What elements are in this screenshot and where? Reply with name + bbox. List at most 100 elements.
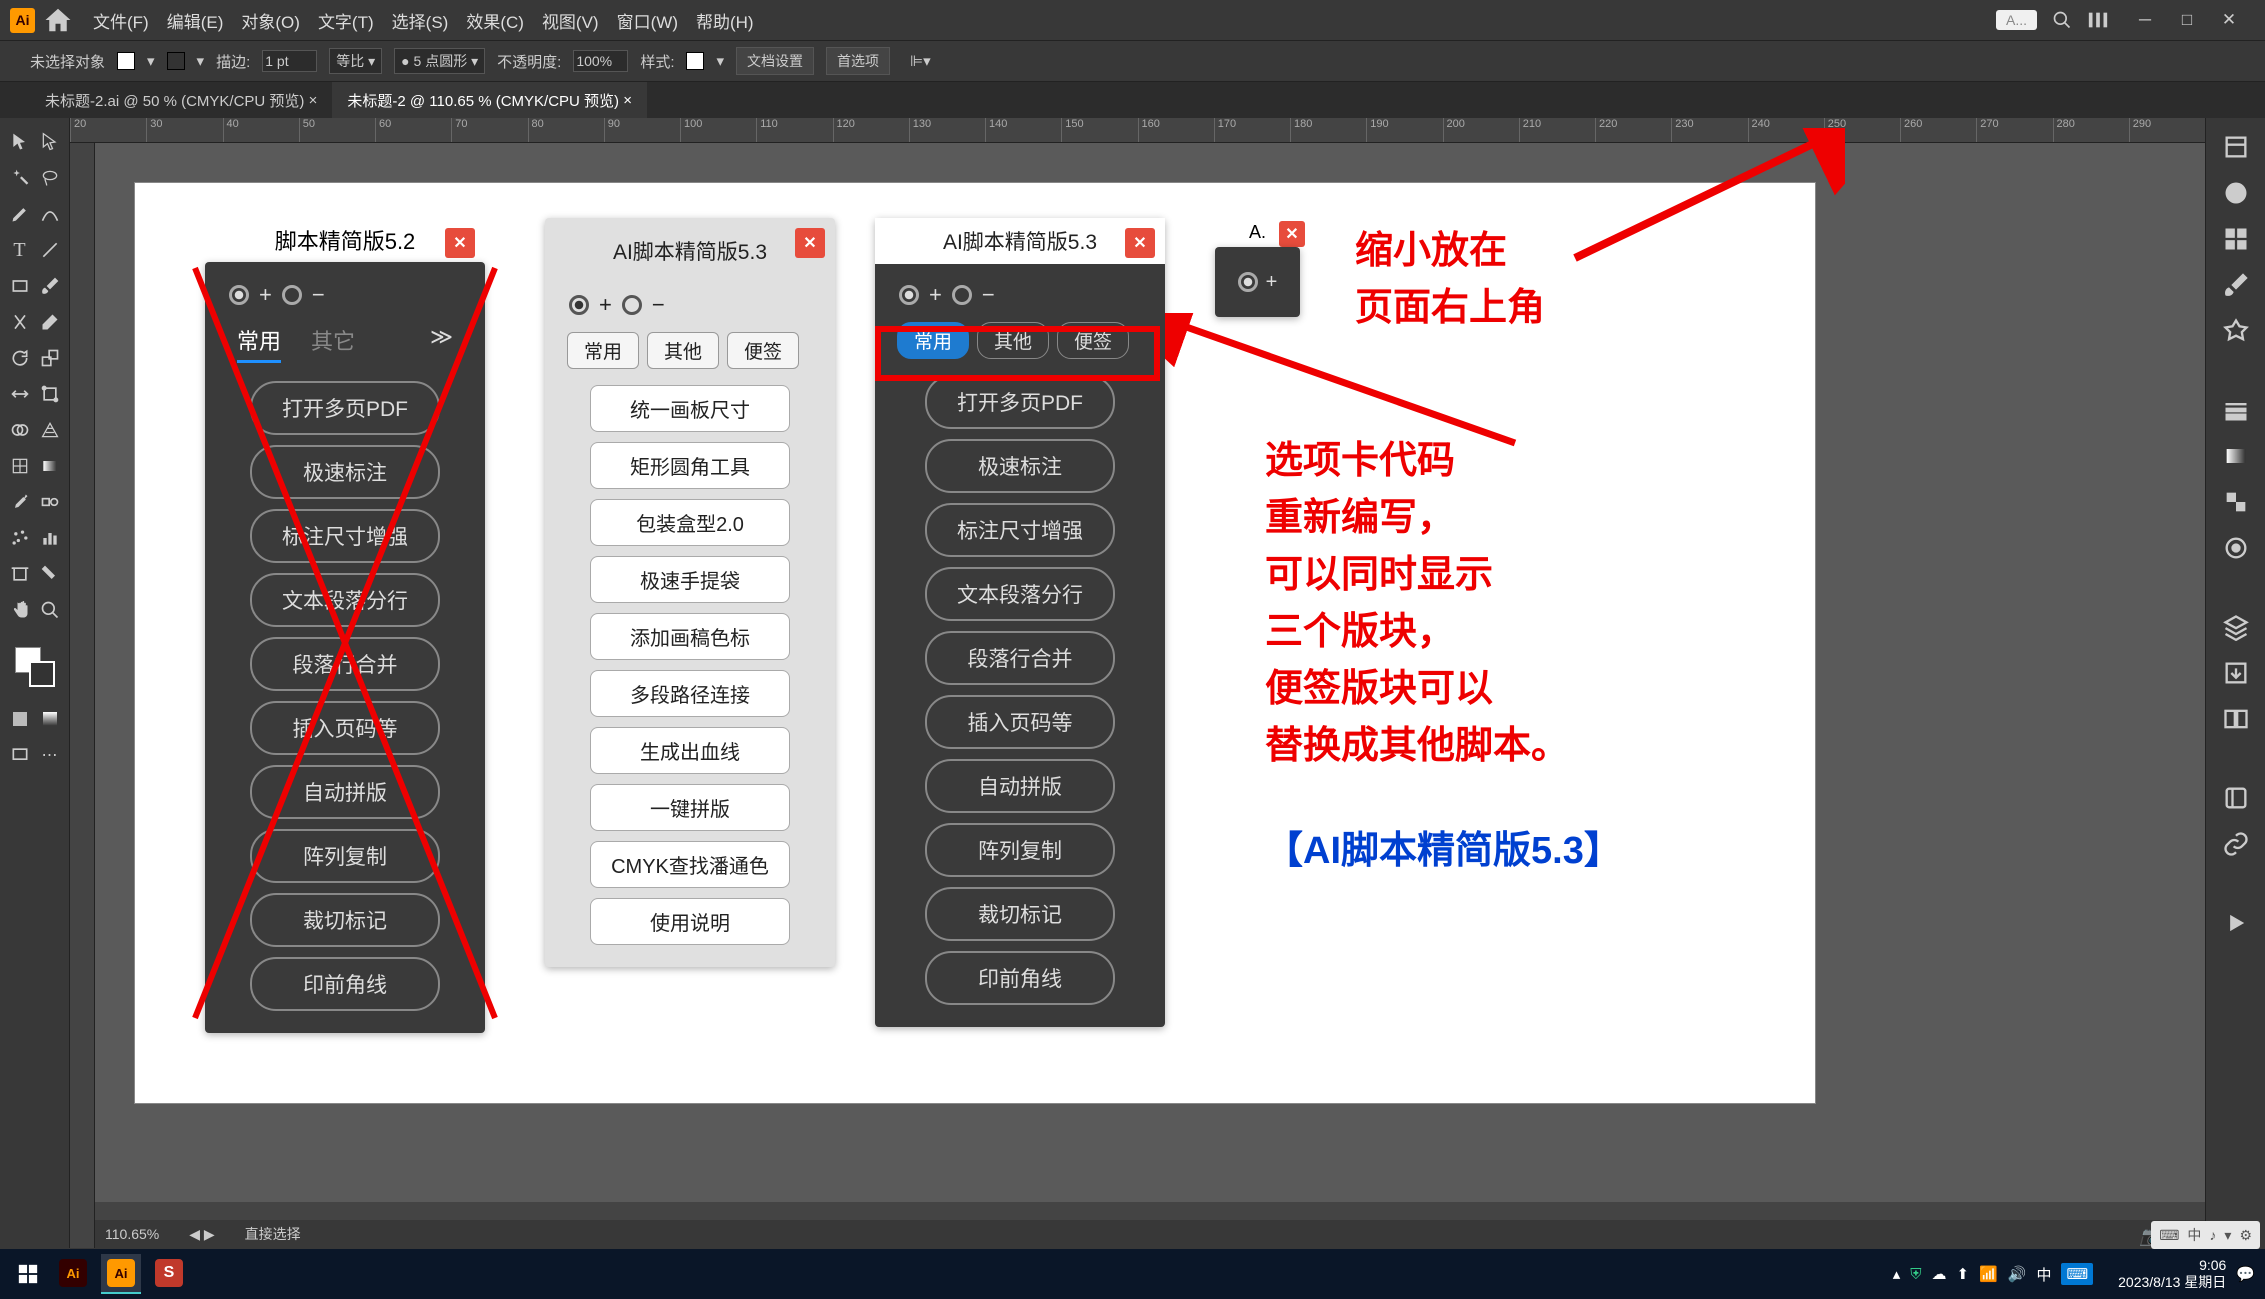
btn-text-break[interactable]: 文本段落分行 [250,573,440,627]
system-tray[interactable]: ▴ ⛨ ☁ ⬆ 📶 🔊 中 ⌨ 9:06 2023/8/13 星期日 💬 [1893,1257,2255,1291]
btn-annotate[interactable]: 极速标注 [250,445,440,499]
notification-icon[interactable]: 💬 [2236,1265,2255,1283]
stroke-swatch[interactable] [167,52,185,70]
btn-uniform-artboard[interactable]: 统一画板尺寸 [590,385,790,432]
color-icon[interactable] [2222,179,2250,207]
properties-icon[interactable] [2222,133,2250,161]
type-tool[interactable]: T [6,236,34,264]
btn-auto-impose[interactable]: 自动拼版 [250,765,440,819]
start-button[interactable] [10,1257,45,1292]
panel52-close[interactable]: ✕ [445,228,475,258]
btn-color-swatch[interactable]: 添加画稿色标 [590,613,790,660]
btn-crop-marks[interactable]: 裁切标记 [250,893,440,947]
brushes-icon[interactable] [2222,271,2250,299]
btn-page-num[interactable]: 插入页码等 [925,695,1115,749]
btn-usage[interactable]: 使用说明 [590,898,790,945]
tab-common[interactable]: 常用 [567,332,639,369]
play-icon[interactable] [2222,909,2250,937]
home-icon[interactable] [43,5,73,35]
align-icon[interactable]: ⊫▾ [910,52,931,70]
hand-tool[interactable] [6,596,34,624]
stroke-width-input[interactable] [262,50,317,72]
tray-keyboard-icon[interactable]: ⌨ [2061,1263,2093,1285]
swatches-icon[interactable] [2222,225,2250,253]
menu-edit[interactable]: 编辑(E) [167,8,224,33]
tab-common[interactable]: 常用 [237,324,281,363]
menu-window[interactable]: 窗口(W) [617,8,678,33]
eraser-tool[interactable] [36,308,64,336]
symbol-sprayer-tool[interactable] [6,524,34,552]
tray-net-icon[interactable]: ⬆ [1957,1265,1970,1283]
chevron-right-icon[interactable]: ≫ [430,324,453,363]
btn-prepress-corner[interactable]: 印前角线 [250,957,440,1011]
fill-swatch[interactable] [117,52,135,70]
artboards-icon[interactable] [2222,705,2250,733]
document-tab-1[interactable]: 未标题-2.ai @ 50 % (CMYK/CPU 预览) × [30,82,332,118]
horizontal-scrollbar[interactable] [95,1202,2205,1220]
ime-bar[interactable]: ⌨ 中♪▾⚙ [2151,1221,2260,1249]
gradient-panel-icon[interactable] [2222,442,2250,470]
task-app-3[interactable]: S [149,1254,189,1294]
blend-tool[interactable] [36,488,64,516]
appearance-icon[interactable] [2222,534,2250,562]
close-button[interactable]: ✕ [2218,9,2240,31]
brush-tool[interactable] [36,272,64,300]
tray-security-icon[interactable]: ⛨ [1910,1266,1921,1283]
btn-path-join[interactable]: 多段路径连接 [590,670,790,717]
tab-other[interactable]: 其他 [647,332,719,369]
radio-off-icon[interactable] [952,285,972,305]
tray-cloud-icon[interactable]: ☁ [1932,1265,1947,1283]
task-ai-2[interactable]: Ai [101,1254,141,1294]
btn-dim-enhance[interactable]: 标注尺寸增强 [250,509,440,563]
minimize-button[interactable]: ─ [2134,9,2156,31]
shaper-tool[interactable] [6,308,34,336]
pen-tool[interactable] [6,200,34,228]
menu-effect[interactable]: 效果(C) [466,8,524,33]
search-icon[interactable] [2052,10,2072,30]
symbols-icon[interactable] [2222,317,2250,345]
btn-bag[interactable]: 极速手提袋 [590,556,790,603]
menu-view[interactable]: 视图(V) [542,8,599,33]
radio-off-icon[interactable] [622,295,642,315]
taskbar-clock[interactable]: 9:06 2023/8/13 星期日 [2118,1257,2226,1291]
zoom-tool[interactable] [36,596,64,624]
tray-volume-icon[interactable]: 🔊 [2008,1265,2027,1283]
task-ai-1[interactable]: Ai [53,1254,93,1294]
btn-array-copy[interactable]: 阵列复制 [925,823,1115,877]
btn-bleed[interactable]: 生成出血线 [590,727,790,774]
btn-open-pdf[interactable]: 打开多页PDF [250,381,440,435]
btn-package-box[interactable]: 包装盒型2.0 [590,499,790,546]
btn-round-rect[interactable]: 矩形圆角工具 [590,442,790,489]
opacity-input[interactable] [573,50,628,72]
menu-type[interactable]: 文字(T) [318,8,374,33]
tab-other[interactable]: 其它 [311,324,355,363]
btn-dim-enhance[interactable]: 标注尺寸增强 [925,503,1115,557]
menu-help[interactable]: 帮助(H) [696,8,754,33]
tray-up-icon[interactable]: ▴ [1893,1265,1901,1283]
asset-export-icon[interactable] [2222,659,2250,687]
maximize-button[interactable]: □ [2176,9,2198,31]
btn-annotate[interactable]: 极速标注 [925,439,1115,493]
line-tool[interactable] [36,236,64,264]
doc-setup-button[interactable]: 文档设置 [736,47,814,75]
btn-crop-marks[interactable]: 裁切标记 [925,887,1115,941]
btn-one-click-impose[interactable]: 一键拼版 [590,784,790,831]
color-mode-icon[interactable] [6,705,34,733]
graph-tool[interactable] [36,524,64,552]
btn-open-pdf[interactable]: 打开多页PDF [925,375,1115,429]
document-tab-2[interactable]: 未标题-2 @ 110.65 % (CMYK/CPU 预览) × [332,82,647,118]
panel53a-close[interactable]: ✕ [795,228,825,258]
gradient-tool[interactable] [36,452,64,480]
btn-array-copy[interactable]: 阵列复制 [250,829,440,883]
mesh-tool[interactable] [6,452,34,480]
stroke-icon[interactable] [2222,396,2250,424]
curvature-tool[interactable] [36,200,64,228]
transparency-icon[interactable] [2222,488,2250,516]
ime-icon[interactable]: ⌨ [2159,1227,2179,1244]
radio-on-icon[interactable] [1238,272,1258,292]
arrange-icon[interactable] [2087,9,2109,31]
magic-wand-tool[interactable] [6,164,34,192]
btn-prepress-corner[interactable]: 印前角线 [925,951,1115,1005]
radio-on-icon[interactable] [229,285,249,305]
lasso-tool[interactable] [36,164,64,192]
